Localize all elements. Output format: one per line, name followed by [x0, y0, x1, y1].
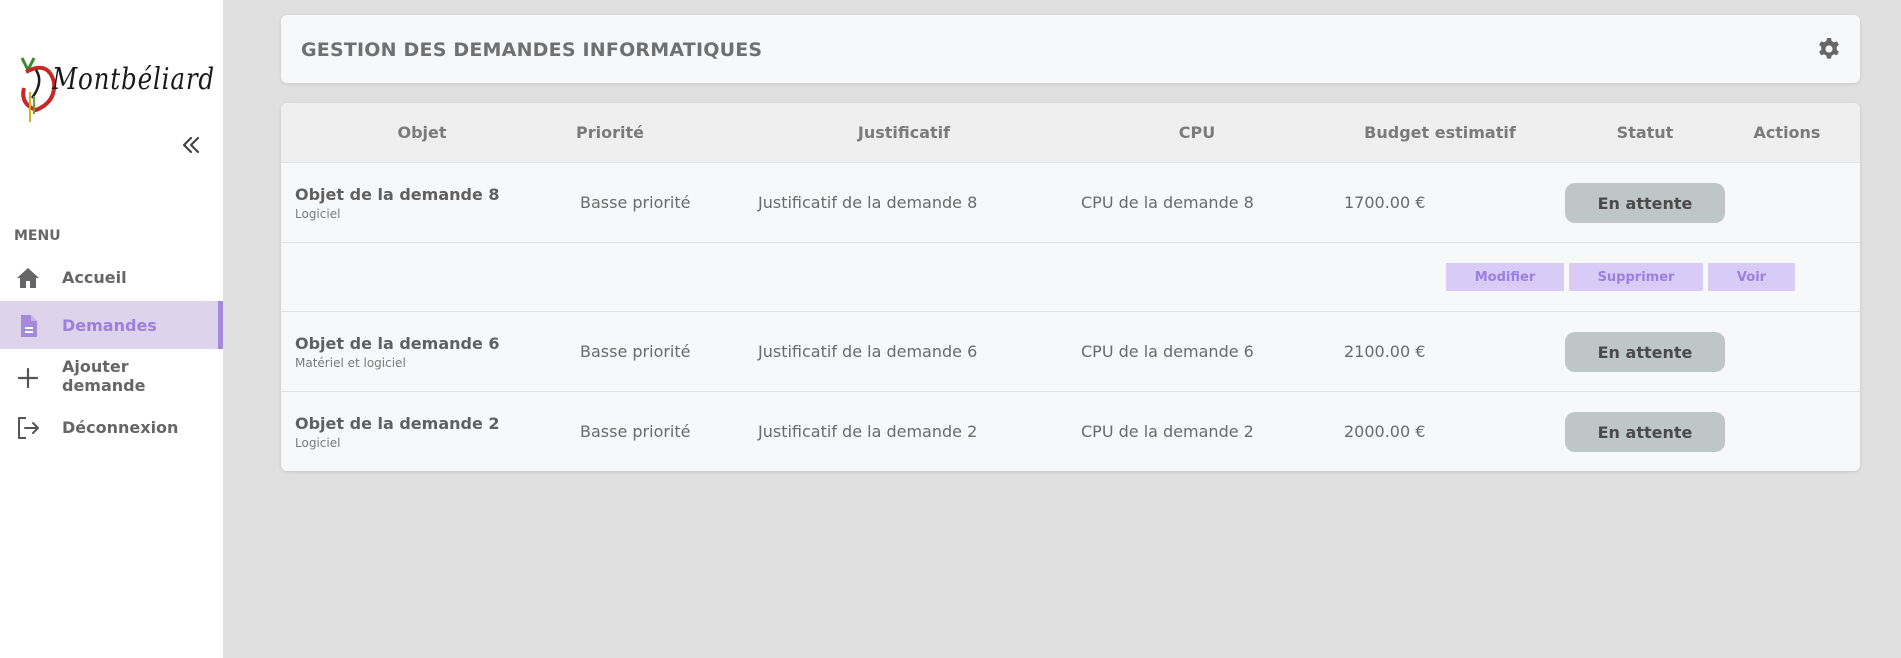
sidebar-item-label: Ajouter demande	[62, 357, 146, 395]
sidebar-item-label: Accueil	[62, 267, 127, 287]
plus-icon	[17, 367, 39, 389]
request-priority: Basse priorité	[580, 193, 691, 212]
column-header-budget: Budget estimatif	[1364, 123, 1516, 142]
edit-button[interactable]: Modifier	[1446, 263, 1564, 291]
row-actions-panel: Modifier Supprimer Voir	[281, 243, 1860, 312]
sidebar-item-demandes[interactable]: Demandes	[0, 301, 223, 349]
request-priority: Basse priorité	[580, 422, 691, 441]
column-header-statut: Statut	[1616, 123, 1674, 142]
column-header-justificatif: Justificatif	[857, 123, 951, 142]
request-type: Logiciel	[295, 207, 341, 221]
home-icon	[17, 268, 39, 288]
request-budget: 2000.00 €	[1344, 422, 1426, 441]
table-row[interactable]: Objet de la demande 6 Matériel et logici…	[281, 312, 1860, 392]
status-badge[interactable]: En attente	[1565, 183, 1725, 223]
request-type: Matériel et logiciel	[295, 356, 406, 370]
collapse-sidebar-button[interactable]	[178, 132, 204, 158]
request-priority: Basse priorité	[580, 342, 691, 361]
request-title: Objet de la demande 6	[295, 334, 500, 353]
table-header: Objet Priorité Justificatif CPU Budget e…	[281, 103, 1860, 163]
column-header-priorite: Priorité	[576, 123, 644, 142]
request-cpu: CPU de la demande 2	[1081, 422, 1254, 441]
logo-text: Montbéliard	[52, 62, 215, 97]
request-title: Objet de la demande 8	[295, 185, 500, 204]
request-budget: 2100.00 €	[1344, 342, 1426, 361]
sidebar-item-label: Demandes	[62, 315, 157, 335]
request-title: Objet de la demande 2	[295, 414, 500, 433]
montbeliard-logo: Montbéliard	[18, 52, 214, 124]
sidebar-item-ajouter-demande[interactable]: Ajouter demande	[0, 353, 223, 399]
table-row[interactable]: Objet de la demande 2 Logiciel Basse pri…	[281, 392, 1860, 471]
sidebar-item-label: Déconnexion	[62, 417, 179, 437]
column-header-actions: Actions	[1753, 123, 1821, 142]
requests-table: Objet Priorité Justificatif CPU Budget e…	[281, 103, 1860, 471]
delete-button[interactable]: Supprimer	[1569, 263, 1703, 291]
status-badge[interactable]: En attente	[1565, 332, 1725, 372]
column-header-objet: Objet	[397, 123, 447, 142]
request-justification: Justificatif de la demande 2	[758, 422, 978, 441]
request-justification: Justificatif de la demande 8	[758, 193, 978, 212]
menu-label: MENU	[14, 228, 61, 244]
request-cpu: CPU de la demande 8	[1081, 193, 1254, 212]
double-chevron-left-icon	[182, 136, 200, 154]
view-button[interactable]: Voir	[1708, 263, 1795, 291]
sidebar-item-accueil[interactable]: Accueil	[0, 253, 223, 301]
request-justification: Justificatif de la demande 6	[758, 342, 978, 361]
gear-icon[interactable]	[1816, 36, 1842, 62]
status-badge[interactable]: En attente	[1565, 412, 1725, 452]
sidebar: Montbéliard MENU Accueil Demandes Ajoute…	[0, 0, 223, 658]
table-row[interactable]: Objet de la demande 8 Logiciel Basse pri…	[281, 163, 1860, 243]
logout-icon	[18, 417, 39, 439]
column-header-cpu: CPU	[1178, 123, 1216, 142]
request-cpu: CPU de la demande 6	[1081, 342, 1254, 361]
document-icon	[21, 315, 37, 337]
page-title: GESTION DES DEMANDES INFORMATIQUES	[301, 39, 763, 61]
request-budget: 1700.00 €	[1344, 193, 1426, 212]
sidebar-item-deconnexion[interactable]: Déconnexion	[0, 403, 223, 451]
page-header: GESTION DES DEMANDES INFORMATIQUES	[281, 15, 1860, 83]
request-type: Logiciel	[295, 436, 341, 450]
